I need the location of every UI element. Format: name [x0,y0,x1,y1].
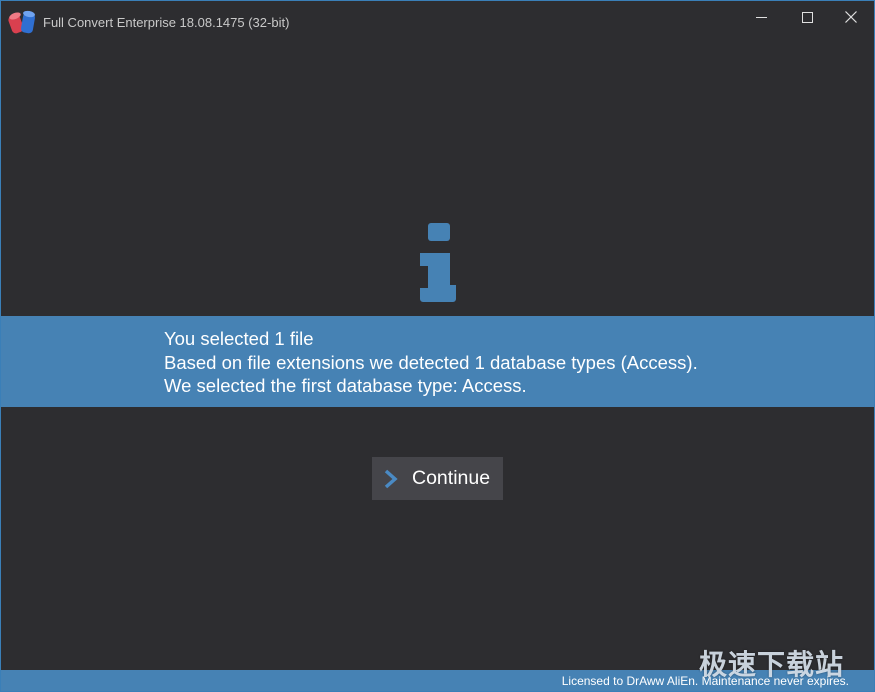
title-bar[interactable]: Full Convert Enterprise 18.08.1475 (32-b… [1,1,874,37]
app-logo-icon [8,10,36,34]
message-line-1: You selected 1 file [164,328,314,349]
message-panel: You selected 1 file Based on file extens… [1,316,874,407]
close-icon [845,11,857,23]
app-window: Full Convert Enterprise 18.08.1475 (32-b… [0,0,875,692]
minimize-icon [755,16,767,18]
message-text: You selected 1 file Based on file extens… [164,327,698,398]
maximize-icon [801,11,813,23]
continue-button[interactable]: Continue [372,457,503,500]
continue-label: Continue [412,467,491,489]
watermark: 极速下载站 [699,648,845,681]
info-icon [420,223,456,302]
message-line-2: Based on file extensions we detected 1 d… [164,351,698,373]
message-line-3: We selected the first database type: Acc… [164,375,527,396]
maximize-button[interactable] [784,1,830,33]
chevron-right-icon [384,469,398,489]
close-button[interactable] [828,1,874,33]
minimize-button[interactable] [738,1,784,33]
window-title: Full Convert Enterprise 18.08.1475 (32-b… [43,15,290,30]
